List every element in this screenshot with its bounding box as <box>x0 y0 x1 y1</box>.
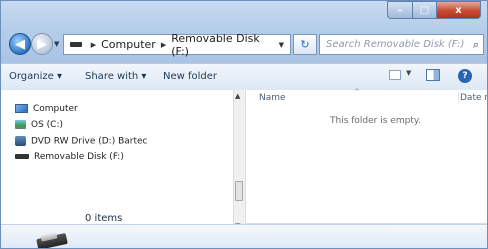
nav-item-dvd-drive[interactable]: DVD RW Drive (D:) Bartec <box>15 136 147 147</box>
dvd-drive-icon <box>15 136 26 146</box>
minimize-button[interactable]: – <box>387 1 413 19</box>
column-divider[interactable] <box>458 92 459 104</box>
empty-folder-message: This folder is empty. <box>330 116 421 126</box>
refresh-icon: ↻ <box>300 38 310 51</box>
sort-indicator-icon: ^ <box>354 88 360 96</box>
navigation-bar: ◀ ▶ ▼ ▶ Computer ▶ Removable Disk (F:) ▼… <box>9 32 484 58</box>
file-list-pane: Name ^ Date m This folder is empty. ◀ ||… <box>245 88 487 235</box>
removable-disk-icon <box>15 154 29 159</box>
organize-menu[interactable]: Organize ▾ <box>9 71 62 82</box>
maximize-button[interactable]: □ <box>413 1 437 19</box>
item-count: 0 items <box>85 213 123 224</box>
computer-icon <box>15 104 28 113</box>
share-with-menu[interactable]: Share with ▾ <box>85 71 146 82</box>
nav-item-removable-disk[interactable]: Removable Disk (F:) <box>15 152 124 162</box>
change-view-icon[interactable] <box>389 70 401 80</box>
breadcrumb-removable-disk[interactable]: Removable Disk (F:) <box>171 32 278 58</box>
scroll-thumb[interactable] <box>235 181 243 201</box>
column-header-name[interactable]: Name <box>259 93 286 103</box>
search-input[interactable]: Search Removable Disk (F:) ⌕ <box>319 34 484 55</box>
nav-item-label: DVD RW Drive (D:) Bartec <box>31 136 148 147</box>
new-folder-button[interactable]: New folder <box>163 71 217 82</box>
view-options-dropdown-icon[interactable]: ▼ <box>406 69 411 77</box>
breadcrumb-separator-icon[interactable]: ▶ <box>91 41 96 49</box>
nav-item-os-drive[interactable]: OS (C:) <box>15 120 63 130</box>
navigation-pane-scrollbar[interactable] <box>233 90 245 224</box>
breadcrumb-computer[interactable]: Computer <box>101 38 156 51</box>
nav-item-label: Computer <box>33 104 78 114</box>
address-dropdown-icon[interactable]: ▼ <box>279 41 290 49</box>
scroll-up-arrow-icon[interactable]: ▲ <box>235 92 240 100</box>
search-placeholder: Search Removable Disk (F:) <box>326 39 465 50</box>
column-header-date-modified[interactable]: Date m <box>460 93 487 103</box>
close-button[interactable]: x <box>437 1 481 19</box>
nav-item-label: Removable Disk (F:) <box>34 152 124 162</box>
explorer-window: – □ x ◀ ▶ ▼ ▶ Computer ▶ Removable Disk … <box>0 0 488 249</box>
command-toolbar: Organize ▾ Share with ▾ New folder ▼ ? <box>1 63 487 91</box>
preview-pane-icon[interactable] <box>426 69 440 81</box>
back-button[interactable]: ◀ <box>9 33 31 55</box>
caption-buttons: – □ x <box>387 1 481 19</box>
breadcrumb-separator-icon[interactable]: ▶ <box>161 41 166 49</box>
navigation-pane: Computer OS (C:) DVD RW Drive (D:) Barte… <box>1 90 233 224</box>
recent-pages-dropdown-icon[interactable]: ▼ <box>54 40 59 48</box>
nav-item-computer[interactable]: Computer <box>15 104 78 114</box>
search-icon[interactable]: ⌕ <box>473 38 479 52</box>
nav-item-label: OS (C:) <box>31 120 63 130</box>
forward-button[interactable]: ▶ <box>31 33 53 55</box>
drive-icon <box>15 120 26 129</box>
address-bar[interactable]: ▶ Computer ▶ Removable Disk (F:) ▼ <box>63 32 291 58</box>
details-pane: 0 items <box>1 213 487 248</box>
removable-disk-icon <box>70 42 82 47</box>
refresh-button[interactable]: ↻ <box>293 34 317 55</box>
help-icon[interactable]: ? <box>458 69 472 83</box>
